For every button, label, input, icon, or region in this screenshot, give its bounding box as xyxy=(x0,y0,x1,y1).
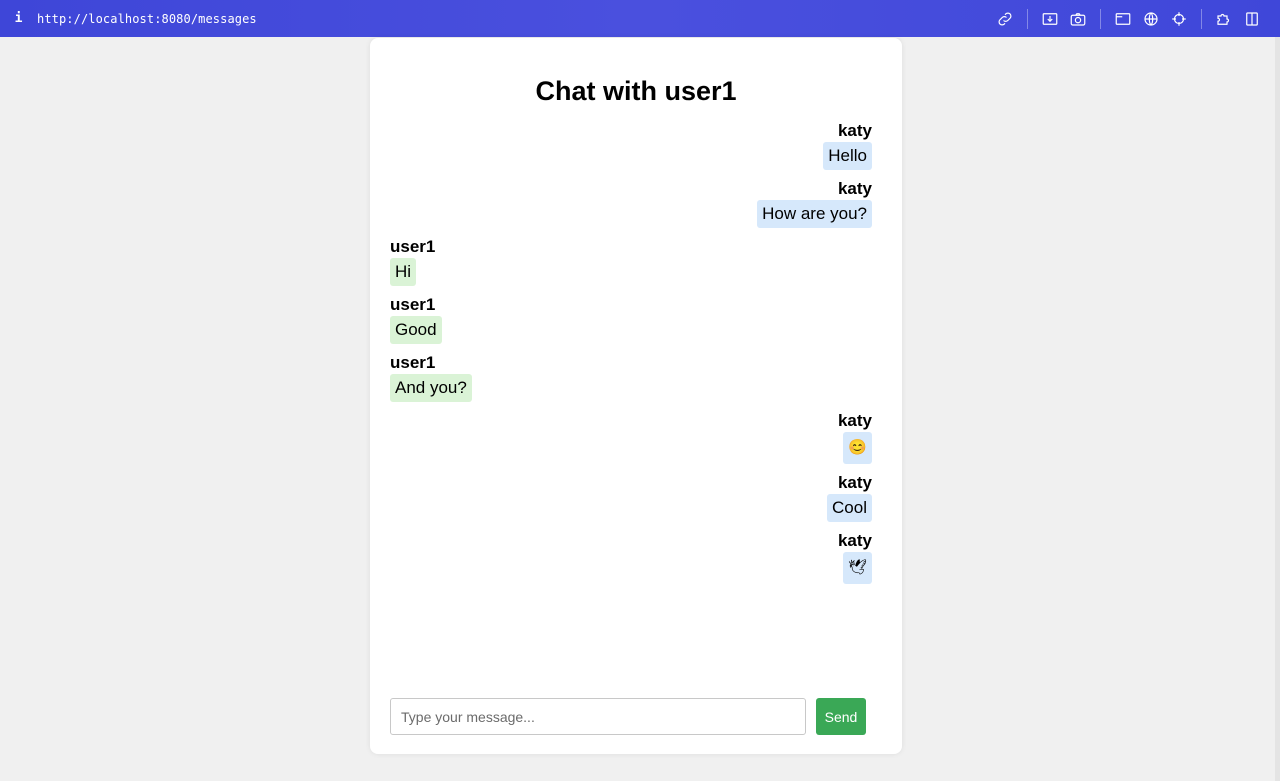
message-bubble: Cool xyxy=(827,494,872,522)
message-sender: katy xyxy=(837,411,872,430)
chat-panel: Chat with user1 katy Hello katy How are … xyxy=(370,38,902,754)
message-sender: user1 xyxy=(390,295,436,314)
message-item: user1 Hi xyxy=(390,236,872,286)
message-item: katy How are you? xyxy=(390,178,872,228)
message-composer: Send xyxy=(390,698,866,735)
sidebar-toggle-icon[interactable] xyxy=(1238,5,1266,33)
globe-icon[interactable] xyxy=(1137,5,1165,33)
crosshair-icon[interactable] xyxy=(1165,5,1193,33)
message-sender: user1 xyxy=(390,237,436,256)
message-item: katy 🕊 xyxy=(390,530,872,584)
message-bubble: 😊 xyxy=(843,432,872,464)
message-item: katy Hello xyxy=(390,120,872,170)
toolbar-icons xyxy=(991,0,1266,37)
message-sender: katy xyxy=(837,179,872,198)
page-scrollbar[interactable] xyxy=(1275,37,1280,781)
message-bubble: How are you? xyxy=(757,200,872,228)
message-bubble: 🕊 xyxy=(842,552,872,584)
info-icon[interactable]: i xyxy=(0,11,37,26)
address-bar[interactable]: http://localhost:8080/messages xyxy=(37,12,257,26)
window-icon[interactable] xyxy=(1109,5,1137,33)
message-sender: user1 xyxy=(390,353,436,372)
chat-title: Chat with user1 xyxy=(535,76,737,106)
message-bubble: Hello xyxy=(823,142,872,170)
toolbar-divider xyxy=(1027,8,1028,29)
screenshot-icon[interactable] xyxy=(1036,5,1064,33)
browser-toolbar: i http://localhost:8080/messages xyxy=(0,0,1280,37)
message-bubble: Hi xyxy=(390,258,417,286)
extensions-icon[interactable] xyxy=(1210,5,1238,33)
link-icon[interactable] xyxy=(991,5,1019,33)
message-sender: katy xyxy=(837,121,872,140)
toolbar-divider xyxy=(1100,8,1101,29)
message-list: katy Hello katy How are you? user1 Hi us… xyxy=(390,120,872,592)
message-sender: katy xyxy=(837,531,872,550)
message-bubble: Good xyxy=(390,316,442,344)
message-item: user1 And you? xyxy=(390,352,872,402)
message-input[interactable] xyxy=(390,698,806,735)
message-bubble: And you? xyxy=(390,374,472,402)
send-button[interactable]: Send xyxy=(816,698,866,735)
message-sender: katy xyxy=(837,473,872,492)
message-item: user1 Good xyxy=(390,294,872,344)
toolbar-divider xyxy=(1201,8,1202,29)
message-item: katy 😊 xyxy=(390,410,872,464)
message-item: katy Cool xyxy=(390,472,872,522)
camera-icon[interactable] xyxy=(1064,5,1092,33)
